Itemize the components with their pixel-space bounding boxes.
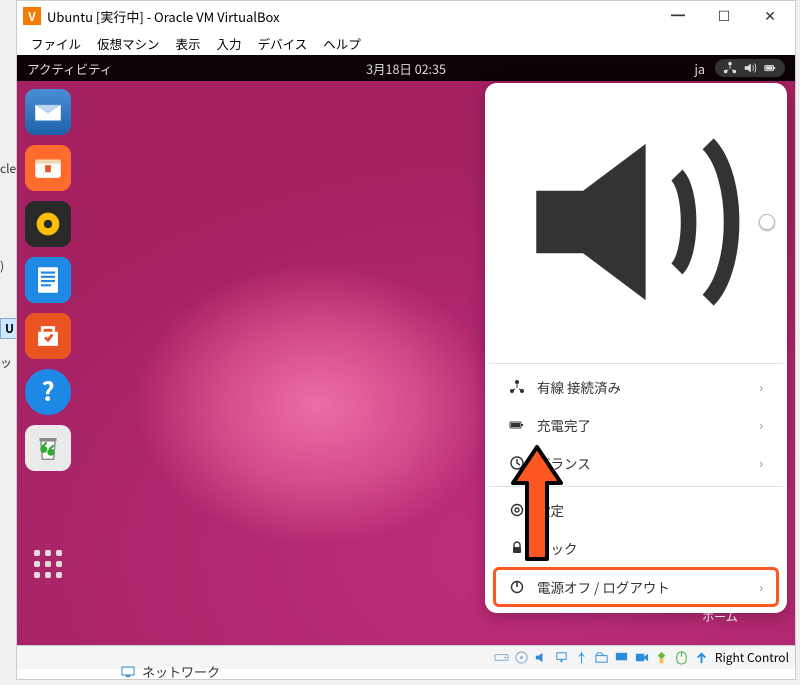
vb-cd-icon[interactable]: [513, 649, 531, 667]
vb-host-key: Right Control: [713, 649, 789, 666]
power-icon: [509, 579, 525, 595]
virtualbox-app-icon: V: [23, 7, 41, 25]
rhythmbox-icon[interactable]: [25, 201, 71, 247]
peek-tab-label: U: [5, 320, 14, 337]
volume-icon: [743, 61, 757, 75]
network-icon: [120, 664, 136, 680]
vb-usb-icon[interactable]: [573, 649, 591, 667]
vb-audio-icon[interactable]: [533, 649, 551, 667]
vb-hostkey-arrow-icon: [693, 649, 711, 667]
apps-grid-button[interactable]: [25, 541, 71, 587]
menu-input[interactable]: 入力: [209, 34, 250, 53]
chevron-right-icon: ›: [759, 579, 763, 596]
host-network-label: ネットワーク: [142, 662, 220, 681]
wired-network-icon: [509, 379, 525, 395]
trash-icon[interactable]: [25, 425, 71, 471]
sysmenu-power-off[interactable]: 電源オフ / ログアウト ›: [493, 567, 779, 607]
menu-machine[interactable]: 仮想マシン: [89, 34, 168, 53]
thunderbird-icon[interactable]: [25, 89, 71, 135]
vb-guest-additions-icon[interactable]: [653, 649, 671, 667]
vb-mouse-icon[interactable]: [673, 649, 691, 667]
menu-devices[interactable]: デバイス: [250, 34, 316, 53]
window-title: Ubuntu [実行中] - Oracle VM VirtualBox: [47, 7, 655, 26]
clock[interactable]: 3月18日 02:35: [366, 59, 446, 78]
activities-button[interactable]: アクティビティ: [27, 59, 112, 78]
sysmenu-battery-label: 充電完了: [537, 415, 591, 435]
menu-help[interactable]: ヘルプ: [315, 34, 369, 53]
close-button[interactable]: ✕: [747, 1, 793, 31]
chevron-right-icon: ›: [759, 417, 763, 434]
input-source-indicator[interactable]: ja: [695, 59, 705, 78]
gnome-topbar: アクティビティ 3月18日 02:35 ja: [17, 55, 795, 81]
sysmenu-network-label: 有線 接続済み: [537, 377, 621, 397]
menu-view[interactable]: 表示: [168, 34, 209, 53]
vb-menubar: ファイル 仮想マシン 表示 入力 デバイス ヘルプ: [17, 31, 795, 55]
volume-high-icon: [505, 97, 755, 347]
chevron-right-icon: ›: [759, 455, 763, 472]
chevron-right-icon: ›: [759, 379, 763, 396]
vb-display-icon[interactable]: [613, 649, 631, 667]
network-icon: [723, 61, 737, 75]
help-icon[interactable]: ?: [25, 369, 71, 415]
svg-text:?: ?: [41, 375, 54, 409]
battery-icon: [763, 61, 777, 75]
dock: ?: [21, 85, 77, 587]
vb-hdd-icon[interactable]: [493, 649, 511, 667]
maximize-button[interactable]: ☐: [701, 1, 747, 31]
host-network-item[interactable]: ネットワーク: [120, 662, 220, 681]
software-icon[interactable]: [25, 313, 71, 359]
minimize-button[interactable]: ━: [655, 1, 701, 31]
sysmenu-power-off-label: 電源オフ / ログアウト: [537, 577, 670, 597]
guest-screen: アクティビティ 3月18日 02:35 ja: [17, 55, 795, 645]
vb-shared-icon[interactable]: [593, 649, 611, 667]
writer-icon[interactable]: [25, 257, 71, 303]
sysmenu-network[interactable]: 有線 接続済み ›: [493, 368, 779, 406]
vb-record-icon[interactable]: [633, 649, 651, 667]
sysmenu-battery[interactable]: 充電完了 ›: [493, 406, 779, 444]
battery-full-icon: [509, 417, 525, 433]
vb-titlebar: V Ubuntu [実行中] - Oracle VM VirtualBox ━ …: [17, 1, 795, 31]
files-icon[interactable]: [25, 145, 71, 191]
annotation-arrow: [509, 443, 565, 563]
menu-file[interactable]: ファイル: [23, 34, 89, 53]
system-tray[interactable]: [715, 59, 785, 77]
virtualbox-window: V Ubuntu [実行中] - Oracle VM VirtualBox ━ …: [16, 0, 796, 680]
vb-net-icon[interactable]: [553, 649, 571, 667]
